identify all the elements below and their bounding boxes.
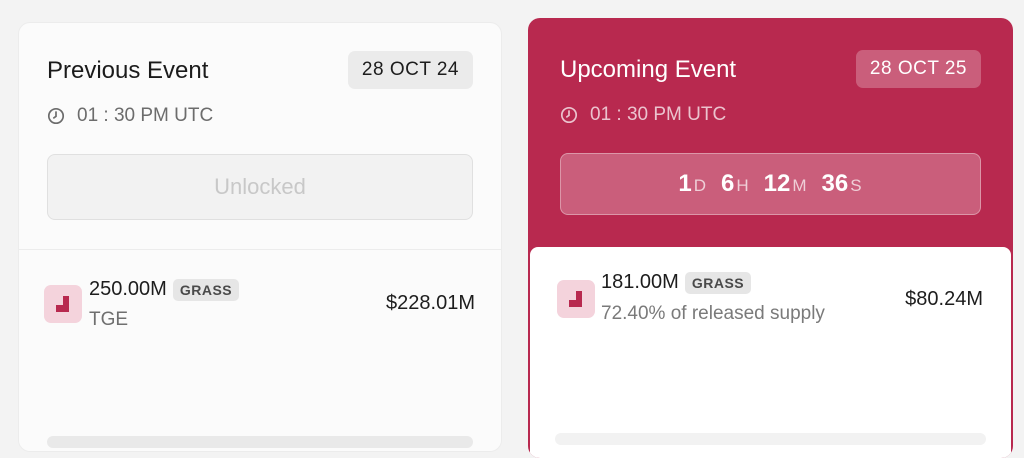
token-symbol-badge: GRASS — [172, 278, 240, 301]
previous-event-date-badge: 28 OCT 24 — [347, 51, 473, 89]
previous-unlock-amount: 250.00M — [89, 278, 167, 300]
countdown-seconds: 36 S — [821, 170, 863, 197]
upcoming-event-card: Upcoming Event 28 OCT 25 01 : 30 PM UTC … — [528, 18, 1013, 458]
upcoming-unlock-supply-percent: 72.40% of released supply — [601, 303, 825, 324]
upcoming-event-title: Upcoming Event — [560, 56, 737, 83]
upcoming-event-date-badge: 28 OCT 25 — [855, 50, 981, 88]
previous-event-details: 250.00M GRASS TGE $228.01M — [19, 249, 501, 451]
grass-token-icon — [557, 280, 595, 318]
previous-event-time-text: 01 : 30 PM UTC — [77, 105, 214, 126]
upcoming-unlock-amount: 181.00M — [601, 271, 679, 293]
countdown-minutes: 12 M — [763, 170, 808, 197]
upcoming-progress-track — [555, 433, 986, 445]
upcoming-unlock-amount-row: 181.00M GRASS — [601, 271, 752, 294]
unlocked-status-button[interactable]: Unlocked — [47, 154, 473, 220]
countdown-days: 1D — [678, 170, 708, 197]
previous-event-card: Previous Event 28 OCT 24 01 : 30 PM UTC … — [18, 22, 502, 452]
clock-icon — [560, 106, 578, 124]
previous-event-time: 01 : 30 PM UTC — [47, 105, 213, 127]
clock-icon — [47, 107, 65, 125]
previous-unlock-amount-row: 250.00M GRASS — [89, 278, 240, 301]
upcoming-event-time-text: 01 : 30 PM UTC — [590, 104, 727, 125]
upcoming-event-details: 181.00M GRASS 72.40% of released supply … — [530, 247, 1011, 458]
countdown-hours: 6H — [721, 170, 750, 197]
previous-unlock-label: TGE — [89, 309, 129, 330]
previous-event-title: Previous Event — [47, 57, 209, 84]
countdown-timer: 1D 6H 12 M 36 S — [560, 153, 981, 215]
upcoming-event-time: 01 : 30 PM UTC — [560, 104, 726, 126]
grass-token-icon — [44, 285, 82, 323]
previous-progress-track — [47, 436, 473, 448]
previous-unlock-usd-value: $228.01M — [386, 292, 475, 314]
upcoming-unlock-usd-value: $80.24M — [905, 288, 983, 310]
token-symbol-badge: GRASS — [684, 271, 752, 294]
